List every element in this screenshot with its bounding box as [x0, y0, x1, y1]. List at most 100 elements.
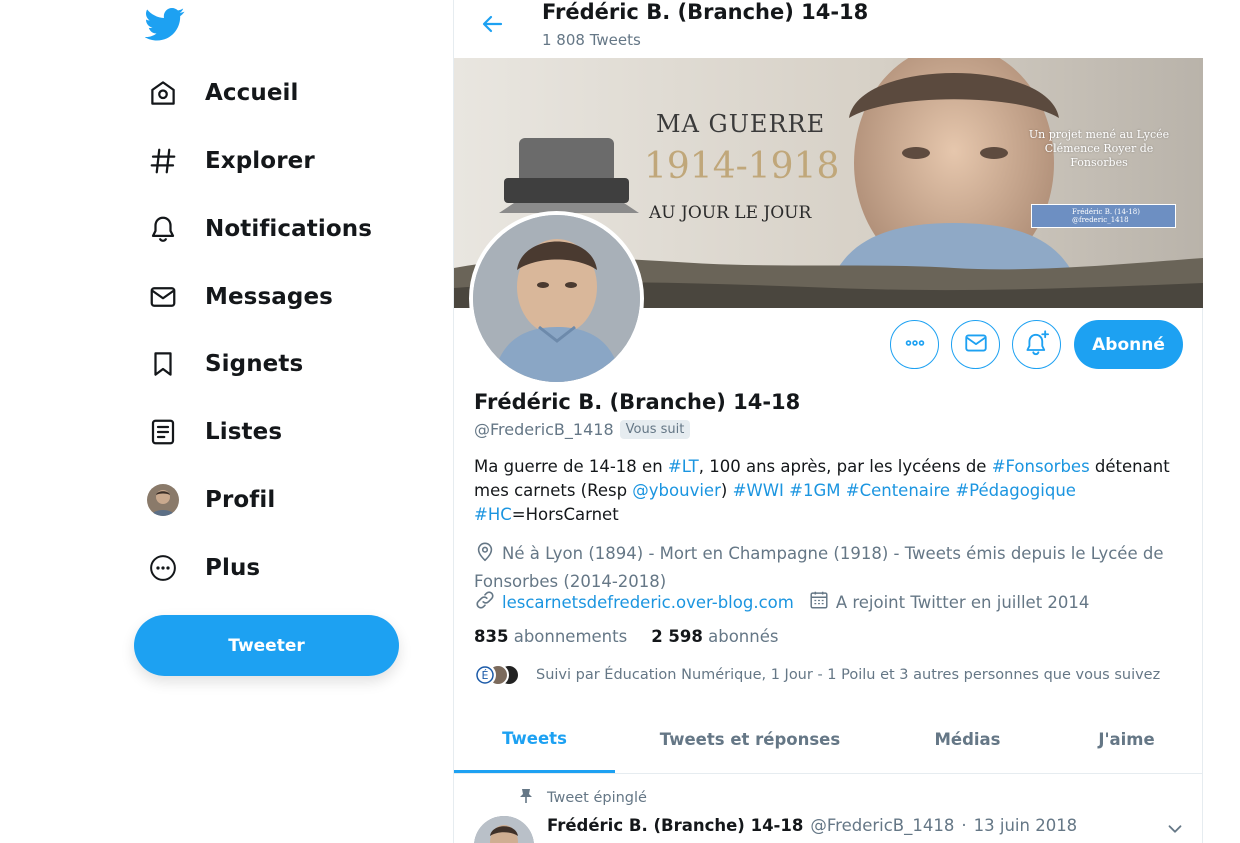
- tab-media[interactable]: Médias: [885, 706, 1050, 773]
- follow-counts: 835 abonnements 2 598 abonnés: [474, 627, 778, 646]
- website-link[interactable]: lescarnetsdefrederic.over-blog.com: [502, 593, 794, 612]
- chevron-down-icon[interactable]: [1164, 818, 1186, 840]
- banner-badge-handle: @frederic_1418: [1072, 216, 1129, 224]
- tweet-author[interactable]: Frédéric B. (Branche) 14-18: [547, 816, 803, 835]
- followers-label: abonnés: [708, 627, 779, 646]
- bio-text: =HorsCarnet: [511, 505, 619, 524]
- envelope-icon: [963, 330, 989, 360]
- hashtag-icon: [147, 145, 179, 177]
- hashtag-link[interactable]: #LT: [668, 457, 699, 476]
- link-icon: [474, 589, 496, 615]
- sidebar-item-notifications[interactable]: Notifications: [134, 201, 392, 257]
- notify-button[interactable]: [1012, 320, 1061, 369]
- follower-avatars: É: [474, 662, 526, 688]
- profile-header: Frédéric B. (Branche) 14-18 1 808 Tweets: [454, 0, 1203, 58]
- sidebar-item-label: Notifications: [205, 216, 373, 242]
- sidebar-item-label: Accueil: [205, 80, 299, 106]
- sidebar-item-label: Profil: [205, 487, 276, 513]
- sidebar-item-lists[interactable]: Listes: [134, 404, 302, 460]
- banner-title: MA GUERRE: [656, 110, 826, 138]
- banner-project-line: Un projet mené au Lycée: [1028, 128, 1170, 141]
- followed-by-row[interactable]: É Suivi par Éducation Numérique, 1 Jour …: [474, 662, 1160, 688]
- following-number: 835: [474, 627, 509, 646]
- bio-text: ): [720, 481, 733, 500]
- tab-likes[interactable]: J'aime: [1050, 706, 1203, 773]
- hashtag-link[interactable]: #Pédagogique: [955, 481, 1076, 500]
- banner-badge-text: Frédéric B. (14-18) @frederic_1418: [1072, 208, 1140, 224]
- bio-text: Ma guerre de 14-18 en: [474, 457, 668, 476]
- envelope-icon: [147, 281, 179, 313]
- location-text: Né à Lyon (1894) - Mort en Champagne (19…: [474, 544, 1164, 591]
- handle-row: @FredericB_1418 Vous suit: [474, 420, 691, 439]
- pinned-label: Tweet épinglé: [547, 790, 647, 806]
- hashtag-link[interactable]: #HC: [474, 505, 512, 524]
- sidebar-item-explore[interactable]: Explorer: [134, 133, 335, 189]
- joined-date: A rejoint Twitter en juillet 2014: [835, 592, 1090, 612]
- followers-count[interactable]: 2 598 abonnés: [651, 627, 778, 646]
- pinned-label-row: Tweet épinglé: [519, 788, 647, 808]
- avatar: [147, 484, 179, 516]
- more-icon: [902, 330, 928, 360]
- profile-name: Frédéric B. (Branche) 14-18: [474, 390, 801, 414]
- followed-by-text: Suivi par Éducation Numérique, 1 Jour - …: [536, 667, 1161, 683]
- banner-years: 1914-1918: [644, 146, 840, 187]
- sidebar-item-label: Messages: [205, 284, 333, 310]
- calendar-icon: [808, 589, 830, 615]
- svg-text:É: É: [482, 669, 489, 682]
- bell-icon: [147, 213, 179, 245]
- sidebar-item-profile[interactable]: Profil: [134, 472, 295, 528]
- tweet-handle[interactable]: @FredericB_1418: [810, 816, 954, 835]
- hashtag-link[interactable]: #Centenaire: [846, 481, 950, 500]
- sidebar: Accueil Explorer Notifications Messages …: [0, 0, 452, 843]
- sidebar-item-label: Listes: [205, 419, 283, 445]
- profile-avatar[interactable]: [469, 211, 644, 386]
- sidebar-item-bookmarks[interactable]: Signets: [134, 336, 323, 392]
- tab-tweets[interactable]: Tweets: [454, 706, 615, 773]
- banner-badge-name: Frédéric B. (14-18): [1072, 208, 1140, 216]
- list-icon: [147, 416, 179, 448]
- profile-handle: @FredericB_1418: [474, 420, 614, 439]
- tweet-date[interactable]: 13 juin 2018: [974, 816, 1078, 835]
- sidebar-item-messages[interactable]: Messages: [134, 269, 353, 325]
- followers-number: 2 598: [651, 627, 703, 646]
- bookmark-icon: [147, 348, 179, 380]
- sidebar-item-more[interactable]: Plus: [134, 540, 280, 596]
- hashtag-link[interactable]: #WWI: [733, 481, 784, 500]
- following-button[interactable]: Abonné: [1074, 320, 1183, 369]
- hashtag-link[interactable]: #1GM: [789, 481, 840, 500]
- tweet-button[interactable]: Tweeter: [134, 615, 399, 676]
- sidebar-item-label: Explorer: [205, 148, 315, 174]
- message-button[interactable]: [951, 320, 1000, 369]
- profile-location: Né à Lyon (1894) - Mort en Champagne (19…: [474, 541, 1189, 594]
- sidebar-item-label: Signets: [205, 351, 304, 377]
- following-count[interactable]: 835 abonnements: [474, 627, 627, 646]
- pin-icon: [519, 788, 533, 808]
- tweet-header: Frédéric B. (Branche) 14-18 @FredericB_1…: [547, 816, 1077, 835]
- profile-tabs: Tweets Tweets et réponses Médias J'aime: [454, 706, 1203, 774]
- profile-column: Frédéric B. (Branche) 14-18 1 808 Tweets: [453, 0, 1203, 843]
- follows-you-badge: Vous suit: [619, 420, 691, 439]
- banner-twitter-badge: Frédéric B. (14-18) @frederic_1418: [1031, 204, 1176, 228]
- banner-subtitle: AU JOUR LE JOUR: [649, 203, 812, 223]
- sidebar-item-label: Plus: [205, 555, 261, 581]
- profile-bio: Ma guerre de 14-18 en #LT, 100 ans après…: [474, 455, 1189, 527]
- location-pin-icon: [474, 541, 496, 570]
- tweet-avatar[interactable]: [474, 816, 534, 843]
- following-label: abonnements: [513, 627, 628, 646]
- page-title: Frédéric B. (Branche) 14-18: [542, 0, 869, 24]
- more-options-button[interactable]: [890, 320, 939, 369]
- back-arrow-icon[interactable]: [474, 8, 512, 40]
- home-icon: [147, 77, 179, 109]
- avatar: É: [474, 664, 496, 686]
- tweet-count: 1 808 Tweets: [542, 31, 641, 49]
- profile-meta-row: lescarnetsdefrederic.over-blog.com A rej…: [474, 589, 1089, 615]
- twitter-bird-icon[interactable]: [144, 4, 185, 44]
- sidebar-item-home[interactable]: Accueil: [134, 65, 319, 121]
- mention-link[interactable]: @ybouvier: [632, 481, 721, 500]
- banner-project-line: Clémence Royer de Fonsorbes: [1044, 142, 1154, 169]
- bell-plus-icon: [1023, 329, 1051, 361]
- hashtag-link[interactable]: #Fonsorbes: [992, 457, 1090, 476]
- banner-project-text: Un projet mené au Lycée Clémence Royer d…: [1024, 128, 1174, 170]
- bio-text: , 100 ans après, par les lycéens de: [698, 457, 992, 476]
- tab-tweets-replies[interactable]: Tweets et réponses: [615, 706, 885, 773]
